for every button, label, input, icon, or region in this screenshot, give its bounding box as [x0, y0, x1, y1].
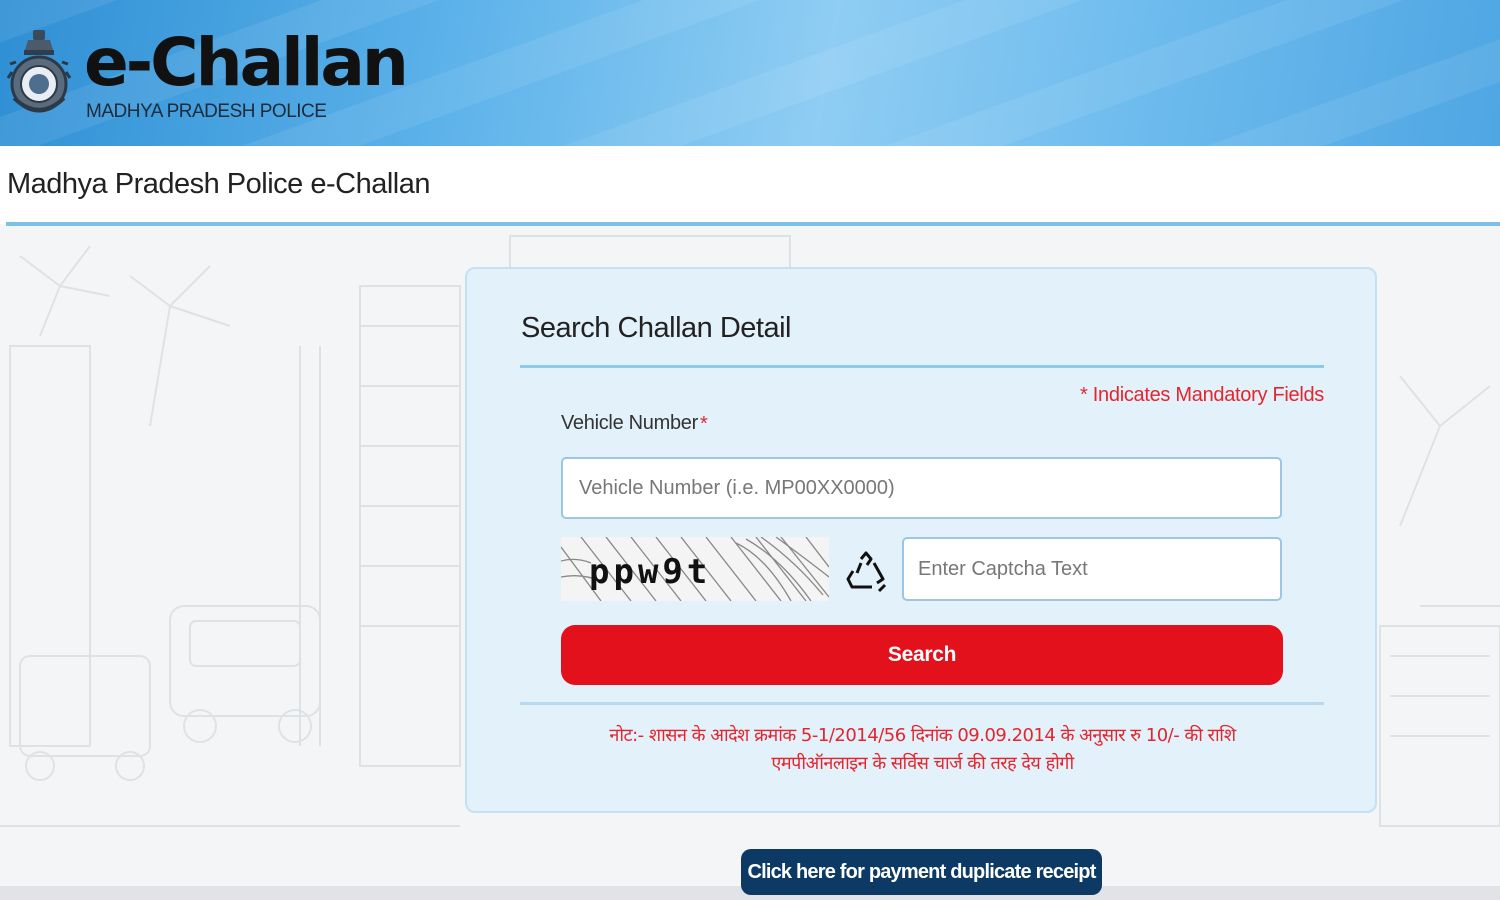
required-marker: *: [700, 413, 708, 435]
site-header: e-Challan MADHYA PRADESH POLICE: [0, 0, 1500, 146]
captcha-text: ppw9t: [589, 552, 711, 592]
form-title: Search Challan Detail: [521, 312, 791, 344]
refresh-captcha-icon[interactable]: [843, 551, 889, 595]
logo-title: e-Challan: [84, 24, 409, 101]
captcha-input[interactable]: [902, 537, 1282, 601]
service-charge-note: नोट:- शासन के आदेश क्रमांक 5-1/2014/56 द…: [540, 722, 1305, 778]
duplicate-receipt-button[interactable]: Click here for payment duplicate receipt: [741, 849, 1102, 895]
service-charge-note-line-2: एमपीऑनलाइन के सर्विस चार्ज की तरह देय हो…: [771, 753, 1074, 774]
form-bottom-divider: [520, 702, 1324, 705]
vehicle-number-label: Vehicle Number: [561, 412, 698, 434]
search-button[interactable]: Search: [561, 625, 1283, 685]
vehicle-number-input[interactable]: [561, 457, 1282, 519]
page-title: Madhya Pradesh Police e-Challan: [7, 168, 430, 200]
captcha-image: ppw9t: [561, 537, 829, 601]
mandatory-fields-note: * Indicates Mandatory Fields: [1080, 384, 1324, 406]
service-charge-note-line-1: नोट:- शासन के आदेश क्रमांक 5-1/2014/56 द…: [609, 725, 1236, 746]
form-title-divider: [520, 365, 1324, 368]
police-emblem-icon: [6, 30, 72, 113]
logo-subtitle: MADHYA PRADESH POLICE: [86, 101, 327, 122]
